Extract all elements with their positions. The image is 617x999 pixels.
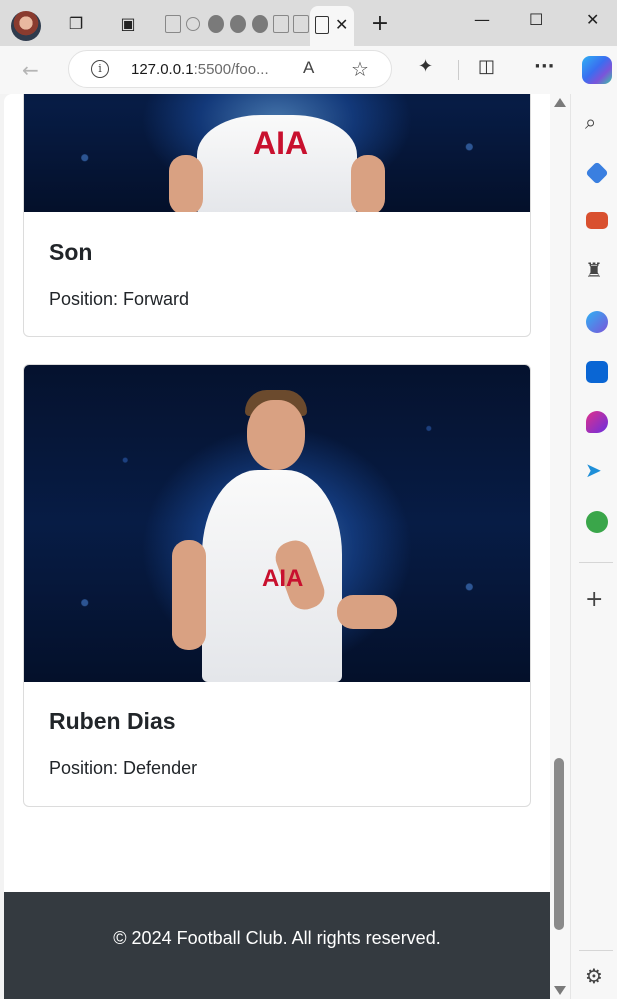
scroll-thumb[interactable]	[554, 758, 564, 931]
url-rest: :5500/foo...	[193, 61, 269, 78]
player-position: Position: Defender	[49, 758, 198, 778]
page-icon	[315, 16, 329, 34]
url-host: 127.0.0.1	[131, 61, 194, 78]
copilot-icon[interactable]	[586, 311, 608, 333]
tab-github-1[interactable]	[208, 15, 224, 33]
tab-page-3[interactable]	[293, 15, 309, 33]
sponsor-logo: AIA	[262, 565, 304, 592]
address-bar[interactable]: i 127.0.0.1:5500/foo... A ☆	[68, 50, 392, 88]
search-icon[interactable]: ⌕	[585, 110, 596, 134]
telegram-icon[interactable]: ➤	[585, 458, 602, 482]
add-icon[interactable]: +	[585, 587, 603, 612]
scroll-up-arrow[interactable]	[554, 98, 566, 107]
close-tab-icon[interactable]: ✕	[335, 15, 348, 34]
player-image: AIA	[24, 365, 530, 682]
minimize-button[interactable]: —	[474, 10, 490, 29]
extensions-icon[interactable]: ✦	[418, 56, 433, 77]
player-image: AIA	[24, 94, 530, 212]
briefcase-icon[interactable]	[586, 212, 608, 229]
address-url[interactable]: 127.0.0.1:5500/foo...	[131, 61, 269, 78]
maximize-button[interactable]: ☐	[529, 10, 543, 29]
settings-icon[interactable]: ⚙	[585, 964, 603, 988]
close-window-button[interactable]: ✕	[586, 10, 599, 29]
tab-github-3[interactable]	[252, 15, 268, 33]
tab-github-2[interactable]	[230, 15, 246, 33]
tag-icon[interactable]	[585, 161, 609, 185]
site-info-icon[interactable]: i	[91, 60, 109, 78]
tree-icon[interactable]	[586, 511, 608, 533]
player-card: AIA Ruben Dias Position: Defender	[23, 364, 531, 807]
favorite-icon[interactable]: ☆	[351, 57, 369, 81]
tab-search[interactable]	[186, 17, 200, 31]
drop-icon[interactable]	[586, 411, 608, 433]
scroll-down-arrow[interactable]	[554, 986, 566, 995]
split-screen-icon[interactable]: ◫	[478, 56, 495, 77]
sidebar-divider	[579, 562, 613, 563]
workspaces-icon[interactable]: ❐	[66, 14, 86, 34]
scrollbar[interactable]	[550, 94, 570, 999]
toolbar-divider	[458, 60, 459, 80]
tab-strip: ❐ ▣ ✕ + — ☐ ✕	[0, 0, 617, 46]
player-name: Ruben Dias	[49, 708, 176, 734]
player-name: Son	[49, 239, 93, 265]
sidebar-divider	[579, 950, 613, 951]
profile-avatar[interactable]	[11, 11, 41, 41]
player-card: AIA Son Position: Forward	[23, 94, 531, 337]
new-tab-button[interactable]: +	[370, 13, 390, 35]
tab-page-1[interactable]	[165, 15, 181, 33]
read-aloud-icon[interactable]: A	[303, 58, 314, 78]
card-body: Ruben Dias Position: Defender	[24, 708, 530, 779]
player-figure: AIA	[157, 390, 397, 682]
page-viewport: AIA Son Position: Forward AIA Ruben Dias…	[4, 94, 550, 999]
back-button[interactable]: ←	[22, 58, 39, 82]
sponsor-logo: AIA	[253, 125, 309, 161]
tab-page-2[interactable]	[273, 15, 289, 33]
copilot-icon[interactable]	[582, 56, 612, 84]
page-footer: © 2024 Football Club. All rights reserve…	[4, 892, 550, 999]
active-tab[interactable]: ✕	[310, 6, 354, 46]
outlook-icon[interactable]	[586, 361, 608, 383]
edge-sidebar: ⌕ ♜ ➤ + ⚙	[570, 94, 617, 999]
browser-toolbar: ← i 127.0.0.1:5500/foo... A ☆ ✦ ◫ ···	[0, 46, 617, 94]
tab-actions-icon[interactable]: ▣	[118, 14, 138, 34]
player-position: Position: Forward	[49, 289, 190, 309]
more-options-button[interactable]: ···	[534, 56, 555, 77]
card-body: Son Position: Forward	[24, 239, 530, 310]
chess-icon[interactable]: ♜	[585, 258, 603, 282]
player-figure: AIA	[157, 115, 397, 212]
